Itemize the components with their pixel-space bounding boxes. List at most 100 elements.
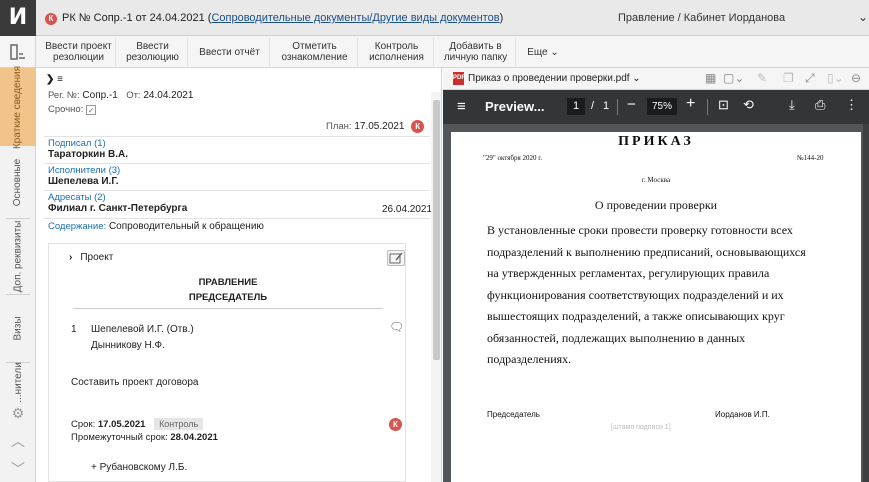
signatory-name: Иорданов И.П. xyxy=(715,410,770,419)
zoom-input[interactable]: 75% xyxy=(647,98,677,115)
tab-visas[interactable]: Визы xyxy=(0,296,36,360)
addressees-label[interactable]: Адресаты (2) xyxy=(48,192,187,203)
document-icon[interactable]: ▯⌄ xyxy=(827,71,844,85)
pdf-file-icon: PDF xyxy=(453,72,465,85)
body-line: вышестоящих подразделений, а также описы… xyxy=(487,309,785,323)
pdf-preview-title: Preview... xyxy=(485,99,545,114)
copy-icon[interactable]: ❐ xyxy=(783,71,794,85)
pdf-filename[interactable]: Приказ о проведении проверки.pdf ⌄ xyxy=(468,73,641,84)
page-total: 1 xyxy=(603,100,610,112)
tab-extra-details-label: Доп. реквизиты xyxy=(12,220,24,292)
enter-report-button[interactable]: Ввести отчёт xyxy=(190,38,270,66)
tab-extra-details[interactable]: Доп. реквизиты xyxy=(0,220,36,292)
action-toolbar: Ввести проект резолюции Ввести резолюцию… xyxy=(36,36,869,68)
zoom-out-button[interactable]: − xyxy=(627,96,636,113)
body-line: подразделениях. xyxy=(487,352,572,366)
org-name: ПРАВЛЕНИЕ xyxy=(198,277,258,288)
more-button[interactable]: Еще ⌄ xyxy=(518,38,568,66)
document-type-link[interactable]: Сопроводительные документы/Другие виды д… xyxy=(211,12,499,24)
toolbar-divider xyxy=(707,99,708,115)
executors-label[interactable]: Исполнители (3) xyxy=(48,165,120,176)
comment-icon[interactable]: 🗨 xyxy=(389,320,404,334)
edit-doc-icon[interactable]: ✎ xyxy=(757,71,767,85)
mark-acknowledgment-button[interactable]: Отметить ознакомление xyxy=(272,38,358,66)
signed-by-row: Подписал (1) Тараторкин В.А. xyxy=(48,138,128,160)
expand-icon[interactable]: ⤢ xyxy=(805,71,815,86)
execution-control-button[interactable]: Контроль исполнения xyxy=(360,38,434,66)
doc-number: №144-20 xyxy=(797,154,824,162)
urgent-checkbox[interactable]: ✓ xyxy=(86,105,97,115)
rotate-icon[interactable]: ⟲ xyxy=(743,97,754,113)
enter-draft-resolution-button[interactable]: Ввести проект резолюции xyxy=(42,38,116,66)
chevron-up-icon[interactable]: ︿ xyxy=(0,426,36,456)
plan-date-row: План: 17.05.2021 К xyxy=(326,120,425,133)
item-co-executor: Дынникову Н.Ф. xyxy=(91,340,165,351)
plan-date-value: 17.05.2021 xyxy=(354,121,405,132)
page-settings-icon[interactable]: ▢⌄ xyxy=(723,71,744,85)
doc-date: "29" октября 2020 г. xyxy=(483,154,543,162)
tab-visas-label: Визы xyxy=(12,315,24,341)
more-vert-icon[interactable]: ⋮ xyxy=(845,97,858,113)
menu-icon[interactable]: ≡ xyxy=(457,98,466,115)
content-value: Сопроводительный к обращению xyxy=(108,221,264,232)
pdf-scrollbar[interactable] xyxy=(863,124,869,482)
urgent-label: Срочно: xyxy=(48,104,84,115)
tab-summary-label: Краткие сведения xyxy=(12,65,24,149)
reg-date-value: 24.04.2021 xyxy=(143,90,194,101)
chevron-down-icon[interactable]: ﹀ xyxy=(0,454,36,482)
title-bar: И К РК № Сопр.-1 от 24.04.2021 (Сопровод… xyxy=(0,0,869,36)
download-icon[interactable]: ⤓ xyxy=(789,97,795,113)
pdf-page: ПРИКАЗ "29" октября 2020 г. №144-20 г. М… xyxy=(451,132,861,482)
body-line: обязанностей, подлежащих выполнению в да… xyxy=(487,330,746,345)
pdf-viewer-panel: PDF Приказ о проведении проверки.pdf ⌄ ▦… xyxy=(443,68,869,482)
tab-executors[interactable]: ...нители xyxy=(0,362,36,403)
urgent-row: Срочно: ✓ xyxy=(48,104,97,115)
document-title-prefix: РК № Сопр.-1 от 24.04.2021 ( xyxy=(62,12,212,24)
tab-main[interactable]: Основные xyxy=(0,148,36,216)
tab-divider xyxy=(6,218,30,219)
executors-value: Шепелева И.Г. xyxy=(48,176,119,187)
reg-number-label: Рег. №: xyxy=(48,90,80,101)
divider xyxy=(73,308,383,309)
control-badge-letter: К xyxy=(389,418,402,431)
more-circle-icon[interactable]: ⊖ xyxy=(851,71,861,85)
zoom-in-button[interactable]: + xyxy=(686,95,695,113)
cabinet-title[interactable]: Правление / Кабинет Иорданова xyxy=(618,12,785,24)
reg-number-row: Рег. №: Сопр.-1 От: 24.04.2021 xyxy=(48,90,193,101)
interim-date-row: Промежуточный срок: 28.04.2021 xyxy=(71,432,218,443)
section-toggle[interactable]: ❯ ≡ xyxy=(46,74,63,85)
tab-summary[interactable]: Краткие сведения xyxy=(0,65,36,149)
body-line: на утвержденных регламентах, регулирующи… xyxy=(487,266,770,280)
gear-icon[interactable]: ⚙ xyxy=(0,398,36,428)
signed-by-label[interactable]: Подписал (1) xyxy=(48,138,128,149)
item-executor: Шепелевой И.Г. (Отв.) xyxy=(91,324,194,335)
fit-width-icon[interactable]: ▦ xyxy=(705,71,716,85)
plan-label: План: xyxy=(326,121,352,132)
page-number-input[interactable]: 1 xyxy=(567,98,585,115)
addressees-date: 26.04.2021 xyxy=(382,204,433,215)
panel-toggle-icon[interactable] xyxy=(0,36,36,68)
project-toggle[interactable]: › Проект xyxy=(69,252,113,263)
pdf-file-header: PDF Приказ о проведении проверки.pdf ⌄ ▦… xyxy=(443,68,869,90)
body-line: функционирования соответствующих подразд… xyxy=(487,287,784,302)
addressees-value: Филиал г. Санкт-Петербурга xyxy=(48,203,188,214)
add-to-personal-folder-button[interactable]: Добавить в личную папку xyxy=(436,38,516,66)
edit-icon[interactable] xyxy=(387,250,405,266)
print-icon[interactable]: ⎙ xyxy=(815,97,825,113)
enter-resolution-button[interactable]: Ввести резолюцию xyxy=(118,38,188,66)
body-line: подразделений к выполнению предписаний, … xyxy=(487,244,806,259)
document-title-suffix: ) xyxy=(499,12,504,24)
document-title: РК № Сопр.-1 от 24.04.2021 (Сопроводител… xyxy=(62,12,503,24)
chevron-down-icon[interactable]: ⌄ xyxy=(858,10,868,24)
due-label: Срок: xyxy=(71,419,96,430)
app-logo[interactable]: И xyxy=(0,0,36,36)
signature-stamp: [штамп подписи 1] xyxy=(611,424,671,431)
doc-title: ПРИКАЗ xyxy=(618,134,694,149)
scrollbar-thumb[interactable] xyxy=(433,100,440,360)
fit-page-icon[interactable]: ⊡ xyxy=(718,97,729,113)
reg-number-value: Сопр.-1 xyxy=(82,90,118,101)
control-badge-icon: К xyxy=(411,120,425,133)
page-separator: / xyxy=(591,100,595,112)
divider xyxy=(44,136,430,137)
interim-value: 28.04.2021 xyxy=(170,432,218,443)
